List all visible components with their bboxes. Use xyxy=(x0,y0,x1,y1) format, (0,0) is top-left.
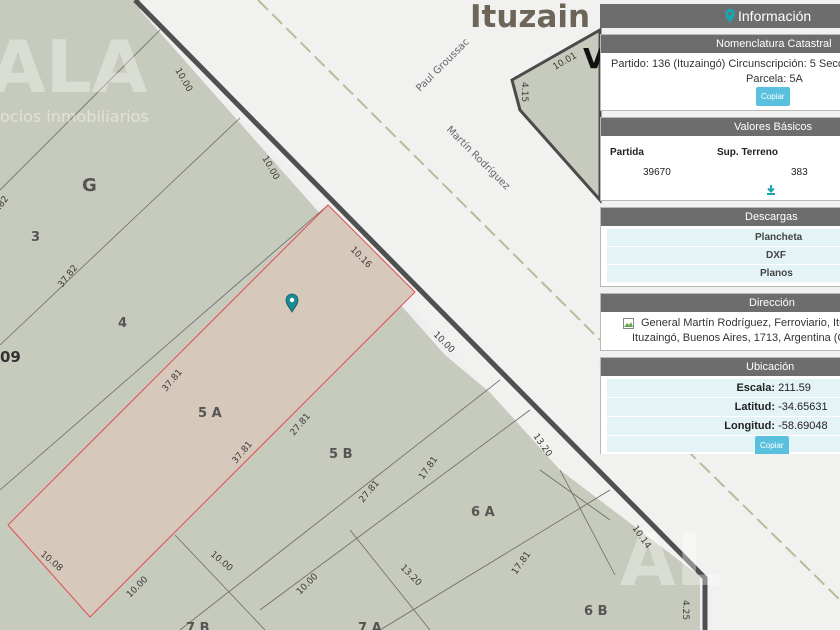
ubicacion-section: Ubicación Escala: 211.59 Latitud: -34.65… xyxy=(600,357,840,454)
info-header: Información xyxy=(600,4,840,28)
partida-value: 39670 xyxy=(643,166,671,178)
longitud-value: -58.69048 xyxy=(778,420,828,432)
latitud-row: Latitud: -34.65631 xyxy=(607,398,840,417)
map-pin-icon xyxy=(725,8,735,24)
longitud-row: Longitud: -58.69048 xyxy=(607,417,840,436)
lot-label: 5 B xyxy=(329,447,352,462)
escala-label: Escala: xyxy=(736,382,775,394)
nomenclatura-line1: Partido: 136 (Ituzaingó) Circunscripción… xyxy=(611,58,840,70)
valores-header: Valores Básicos xyxy=(601,118,840,136)
copy-ubicacion-button[interactable]: Copiar xyxy=(755,436,789,454)
nomenclatura-section: Nomenclatura Catastral Partido: 136 (Itu… xyxy=(600,34,840,111)
nomenclatura-body: Partido: 136 (Ituzaingó) Circunscripción… xyxy=(601,53,840,110)
download-icon[interactable] xyxy=(766,184,776,195)
direccion-line1: General Martín Rodríguez, Ferroviario, I… xyxy=(641,317,840,329)
copy-row: Copiar xyxy=(607,436,840,454)
lot-label: 4 xyxy=(118,316,127,331)
image-icon xyxy=(623,318,634,329)
descargas-section: Descargas Plancheta DXF Planos xyxy=(600,207,840,287)
lot-label: 5 A xyxy=(198,406,222,421)
superficie-value: 383 xyxy=(791,166,808,178)
latitud-value: -34.65631 xyxy=(778,401,828,413)
escala-row: Escala: 211.59 xyxy=(607,379,840,398)
parcel-label-09: 09 xyxy=(0,348,21,366)
info-title: Información xyxy=(738,8,812,24)
lot-label: 6 A xyxy=(471,505,495,520)
download-plancheta-link[interactable]: Plancheta xyxy=(607,229,840,247)
watermark-tagline: ocios inmobiliarios xyxy=(0,107,149,126)
latitud-label: Latitud: xyxy=(734,401,775,413)
valores-section: Valores Básicos Partida Sup. Terreno 396… xyxy=(600,117,840,201)
download-planos-link[interactable]: Planos xyxy=(607,265,840,283)
direccion-line2: Ituzaingó, Buenos Aires, 1713, Argentina… xyxy=(632,332,840,344)
valores-table: Partida Sup. Terreno 39670 383 xyxy=(609,142,809,200)
lot-label: 3 xyxy=(31,230,40,245)
block-label: G xyxy=(82,175,97,196)
longitud-label: Longitud: xyxy=(724,420,775,432)
lot-label: 7 A xyxy=(358,621,382,630)
info-header-section: Información xyxy=(600,4,840,28)
city-label: Ituzain xyxy=(470,0,590,35)
dimension-label: 4.25 xyxy=(680,600,690,620)
nomenclatura-line2: Parcela: 5A xyxy=(746,73,803,85)
direccion-header: Dirección xyxy=(601,294,840,312)
col-superficie: Sup. Terreno xyxy=(717,146,778,158)
lot-label: 7 B xyxy=(186,621,209,630)
col-partida: Partida xyxy=(610,146,644,158)
copy-nomenclatura-button[interactable]: Copiar xyxy=(756,87,790,106)
direccion-body: General Martín Rodríguez, Ferroviario, I… xyxy=(601,312,840,350)
escala-value: 211.59 xyxy=(778,382,811,394)
info-panel: Información Nomenclatura Catastral Parti… xyxy=(600,4,840,454)
nomenclatura-header: Nomenclatura Catastral xyxy=(601,35,840,53)
download-dxf-link[interactable]: DXF xyxy=(607,247,840,265)
watermark-logo: ALA xyxy=(0,25,148,109)
descargas-header: Descargas xyxy=(601,208,840,226)
ubicacion-header: Ubicación xyxy=(601,358,840,376)
direccion-section: Dirección General Martín Rodríguez, Ferr… xyxy=(600,293,840,351)
lot-label: 6 B xyxy=(584,604,607,619)
dimension-label: 4.15 xyxy=(519,82,529,102)
